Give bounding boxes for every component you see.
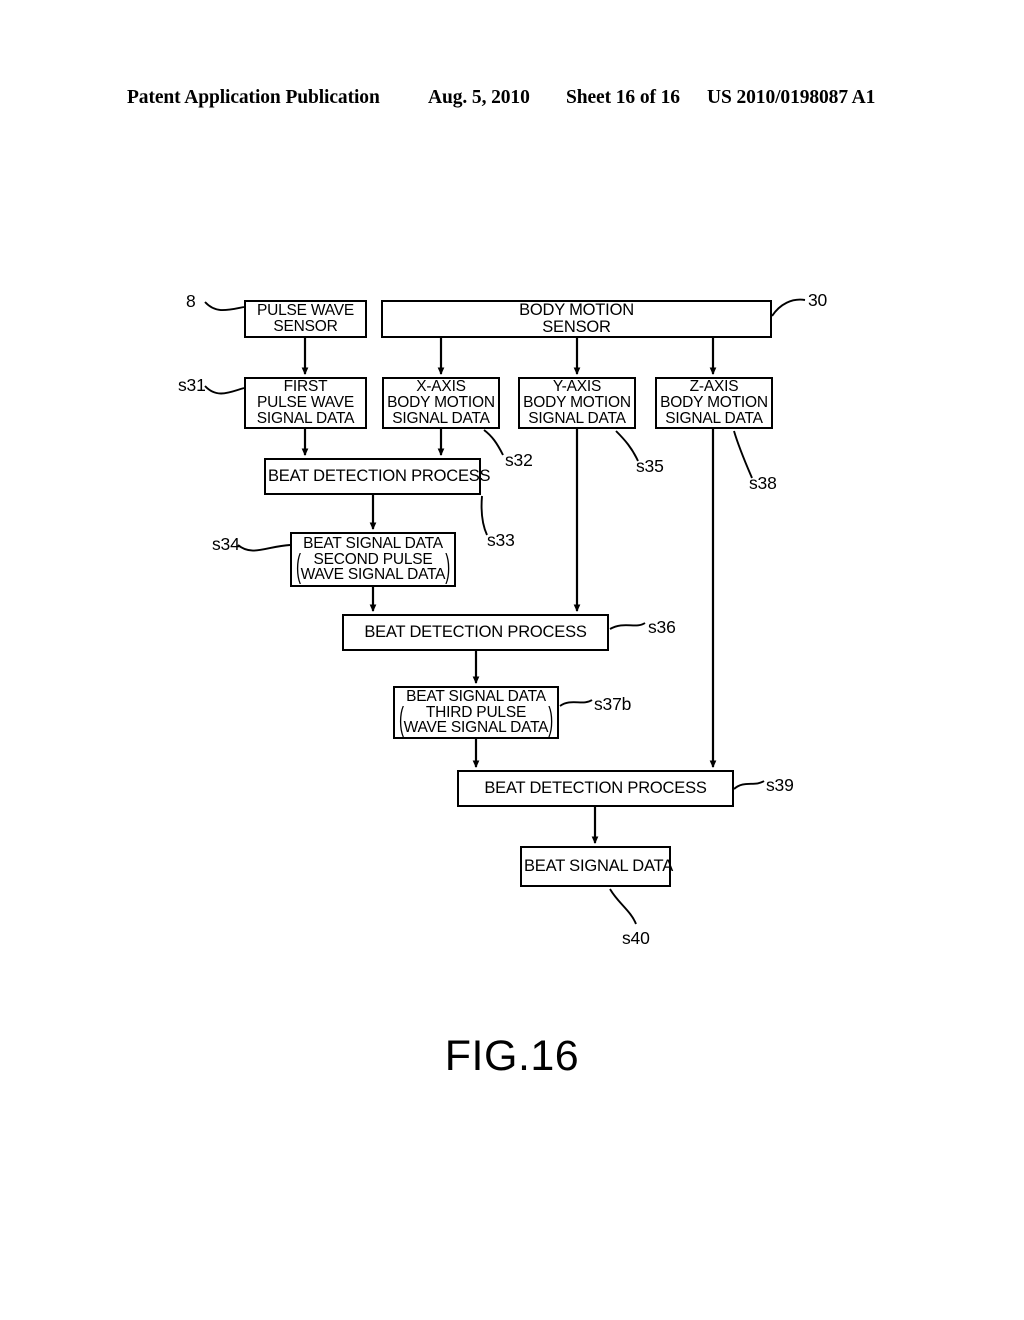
leader-ref-s38 xyxy=(733,430,753,479)
reference-numeral-s36: s36 xyxy=(648,617,676,637)
reference-numeral-s32: s32 xyxy=(505,450,533,470)
node-pulse-wave-sensor: PULSE WAVE SENSOR xyxy=(244,300,367,338)
node-beat-signal-data-third-title: BEAT SIGNAL DATA xyxy=(406,687,546,705)
node-first-pulse-wave-signal-data: FIRST PULSE WAVE SIGNAL DATA xyxy=(244,377,367,429)
node-pulse-wave-sensor-line2: SENSOR xyxy=(273,318,338,335)
reference-numeral-s38: s38 xyxy=(749,473,777,493)
node-beat-signal-data-second-line3: WAVE SIGNAL DATA xyxy=(300,566,446,584)
node-body-motion-sensor-line1: BODY MOTION xyxy=(519,301,634,320)
node-beat-signal-data-third: BEAT SIGNAL DATA ( ) THIRD PULSE WAVE SI… xyxy=(393,686,559,739)
node-x-axis-body-motion-signal-data: X-AXIS BODY MOTION SIGNAL DATA xyxy=(382,377,500,429)
leader-ref-s35 xyxy=(615,430,639,462)
reference-numeral-s31: s31 xyxy=(178,375,206,395)
reference-numeral-s34: s34 xyxy=(212,534,240,554)
leader-ref-s36 xyxy=(609,622,646,630)
reference-numeral-30: 30 xyxy=(808,290,828,310)
node-z-axis-body-motion-signal-data: Z-AXIS BODY MOTION SIGNAL DATA xyxy=(655,377,773,429)
node-beat-signal-data-final: BEAT SIGNAL DATA xyxy=(520,846,674,887)
reference-numeral-8: 8 xyxy=(186,291,196,311)
reference-numeral-s35: s35 xyxy=(636,456,664,476)
node-beat-detection-process-1: BEAT DETECTION PROCESS xyxy=(264,458,491,495)
node-pulse-wave-sensor-line1: PULSE WAVE xyxy=(256,302,355,320)
node-beat-detection-process-3-label: BEAT DETECTION PROCESS xyxy=(484,779,707,798)
right-parenthesis-glyph: ) xyxy=(548,701,553,740)
figure-caption: FIG.16 xyxy=(444,1032,580,1080)
node-x-axis-line1: X-AXIS xyxy=(416,378,466,396)
node-y-axis-line3: SIGNAL DATA xyxy=(528,409,626,427)
node-x-axis-line2: BODY MOTION xyxy=(387,394,495,412)
diagram-connectors-svg xyxy=(204,298,806,925)
node-y-axis-line1: Y-AXIS xyxy=(552,378,602,396)
leader-ref-s40 xyxy=(609,888,637,925)
left-parenthesis-glyph: ( xyxy=(399,701,404,740)
reference-numeral-s33: s33 xyxy=(487,530,515,550)
node-beat-signal-data-third-line3: WAVE SIGNAL DATA xyxy=(403,719,549,737)
node-beat-signal-data-second-paren-group: ( ) SECOND PULSE WAVE SIGNAL DATA xyxy=(294,548,452,587)
reference-numeral-s40: s40 xyxy=(622,928,650,948)
leader-ref-s32 xyxy=(483,429,504,456)
node-y-axis-body-motion-signal-data: Y-AXIS BODY MOTION SIGNAL DATA xyxy=(518,377,636,429)
node-beat-signal-data-third-paren-group: ( ) THIRD PULSE WAVE SIGNAL DATA xyxy=(397,701,555,740)
node-beat-detection-process-1-label: BEAT DETECTION PROCESS xyxy=(268,467,491,486)
node-beat-detection-process-2: BEAT DETECTION PROCESS xyxy=(342,614,609,651)
node-beat-detection-process-3: BEAT DETECTION PROCESS xyxy=(457,770,734,807)
flow-diagram: PULSE WAVE SENSOR BODY MOTION SENSOR FIR… xyxy=(0,0,1024,1320)
node-beat-signal-data-second: BEAT SIGNAL DATA ( ) SECOND PULSE WAVE S… xyxy=(290,532,456,587)
left-parenthesis-glyph: ( xyxy=(296,548,301,587)
node-beat-signal-data-second-line2: SECOND PULSE xyxy=(313,550,433,568)
right-parenthesis-glyph: ) xyxy=(445,548,450,587)
node-body-motion-sensor: BODY MOTION SENSOR xyxy=(381,300,772,338)
node-first-pulse-wave-signal-data-line3: SIGNAL DATA xyxy=(256,409,355,427)
leader-ref-s39 xyxy=(733,780,765,790)
leader-ref-s34 xyxy=(237,544,291,552)
reference-numeral-s37b: s37b xyxy=(594,694,632,714)
node-y-axis-line2: BODY MOTION xyxy=(523,394,631,412)
leader-ref-8 xyxy=(204,301,245,312)
reference-numeral-s39: s39 xyxy=(766,775,794,795)
node-z-axis-line1: Z-AXIS xyxy=(689,378,739,396)
node-beat-signal-data-final-label: BEAT SIGNAL DATA xyxy=(524,857,674,876)
node-first-pulse-wave-signal-data-line2: PULSE WAVE xyxy=(256,394,355,412)
node-z-axis-line3: SIGNAL DATA xyxy=(665,409,763,427)
node-x-axis-line3: SIGNAL DATA xyxy=(392,409,490,427)
patent-figure-page: Patent Application Publication Aug. 5, 2… xyxy=(0,0,1024,1320)
node-beat-detection-process-2-label: BEAT DETECTION PROCESS xyxy=(364,623,587,642)
node-body-motion-sensor-line2: SENSOR xyxy=(542,318,611,336)
leader-ref-s37b xyxy=(559,699,593,707)
leader-ref-s31 xyxy=(204,385,245,395)
node-z-axis-line2: BODY MOTION xyxy=(660,394,768,412)
leader-ref-30 xyxy=(771,298,806,317)
node-first-pulse-wave-signal-data-line1: FIRST xyxy=(283,378,328,396)
node-beat-signal-data-third-line2: THIRD PULSE xyxy=(425,703,527,721)
node-beat-signal-data-second-title: BEAT SIGNAL DATA xyxy=(303,534,443,552)
